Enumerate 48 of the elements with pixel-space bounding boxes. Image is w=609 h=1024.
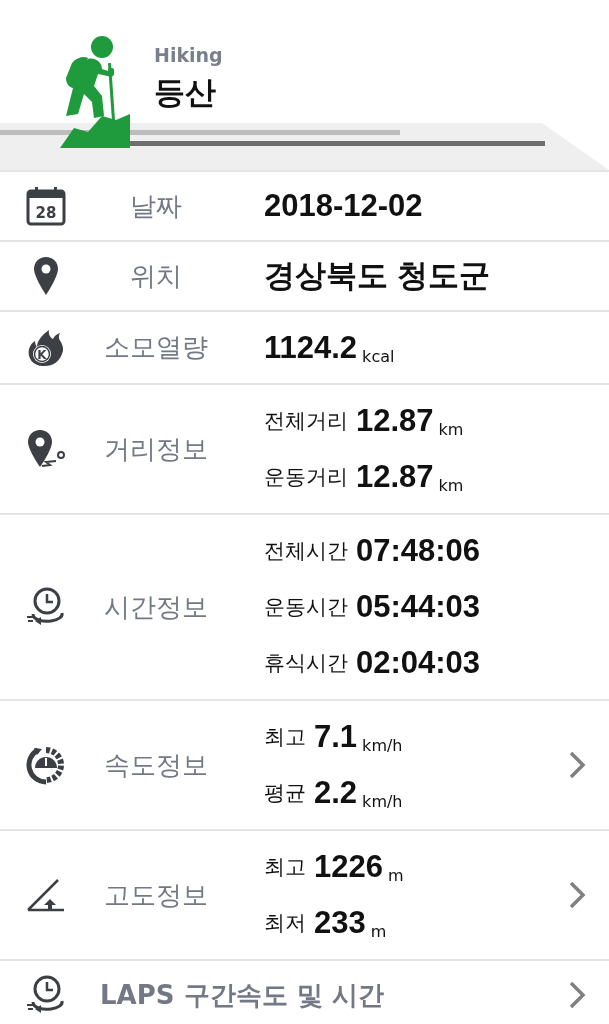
laps-label[interactable]: LAPS 구간속도 및 시간 <box>100 977 567 1013</box>
metric-label: 전체시간 <box>264 538 348 565</box>
chevron-icon[interactable] <box>567 980 587 1010</box>
row-label: 소모열량 <box>103 331 209 364</box>
row-label: 속도정보 <box>103 748 209 782</box>
metric-value: 05:44:03 <box>356 589 481 625</box>
metric-value: 1226 <box>314 849 383 885</box>
row-label: 거리정보 <box>103 432 209 466</box>
metric-value: 7.1 <box>314 719 358 755</box>
route-pin-icon <box>26 429 66 469</box>
row-value: 경상북도 청도군 <box>264 257 490 295</box>
metric-value: 07:48:06 <box>356 533 481 569</box>
row-label: 시간정보 <box>103 590 209 624</box>
unit-label: m <box>387 866 404 885</box>
metric-label: 휴식시간 <box>264 650 348 677</box>
unit-label: km/h <box>362 792 403 811</box>
unit-label: km/h <box>362 736 403 755</box>
calendar-icon: 28 <box>26 186 66 226</box>
chevron-icon[interactable] <box>567 750 587 780</box>
activity-title: 등산 <box>154 73 217 112</box>
clock-icon <box>25 586 67 628</box>
slope-icon <box>26 877 66 913</box>
row-value: 1124.2 <box>264 329 358 366</box>
metric-label: 최저 <box>264 910 306 937</box>
metric-value: 233 <box>314 905 366 941</box>
metric-value: 02:04:03 <box>356 645 481 681</box>
unit-label: m <box>370 922 387 941</box>
unit-label: km <box>438 476 464 495</box>
row-label: 위치 <box>129 259 183 293</box>
metric-value: 2.2 <box>314 775 358 811</box>
row-label: 고도정보 <box>103 878 209 912</box>
metric-value: 12.87 <box>356 459 434 495</box>
metric-label: 운동시간 <box>264 594 348 621</box>
clock-icon <box>25 974 67 1016</box>
metric-label: 전체거리 <box>264 408 348 435</box>
location-pin-icon <box>33 256 59 296</box>
metric-value: 12.87 <box>356 403 434 439</box>
row-value: 2018-12-02 <box>264 188 423 224</box>
chevron-icon[interactable] <box>567 880 587 910</box>
unit-label: kcal <box>362 346 395 366</box>
metric-label: 평균 <box>264 780 306 807</box>
speedometer-icon <box>25 744 67 786</box>
metric-label: 최고 <box>264 724 306 751</box>
unit-label: km <box>438 420 464 439</box>
metric-label: 운동거리 <box>264 464 348 491</box>
row-label: 날짜 <box>129 189 183 223</box>
metric-label: 최고 <box>264 854 306 881</box>
activity-subtitle: Hiking <box>154 44 223 66</box>
